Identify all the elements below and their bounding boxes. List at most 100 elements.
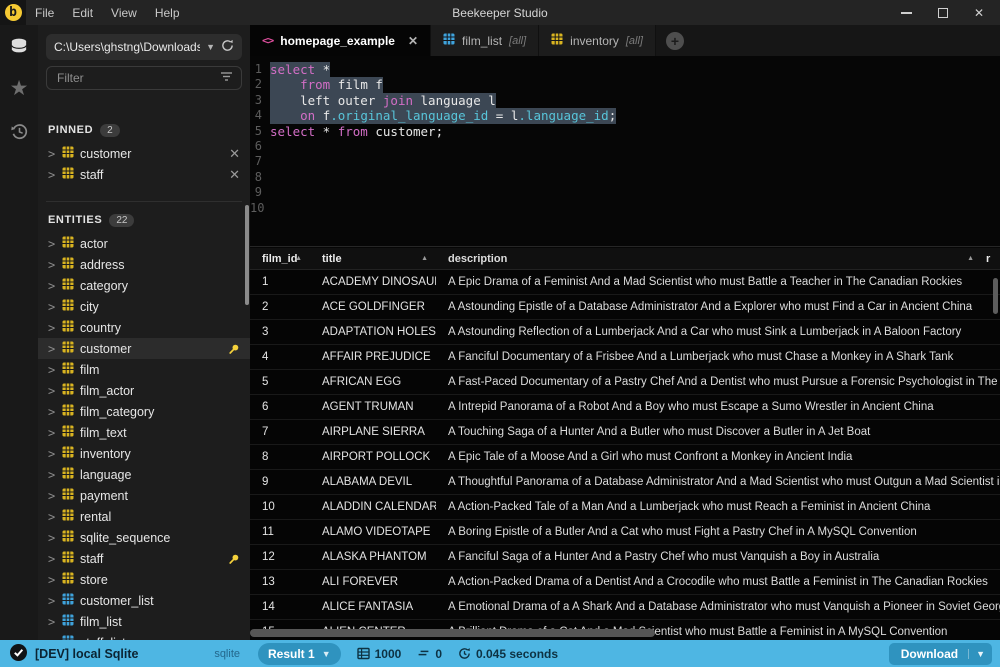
chevron-right-icon[interactable]: > (48, 237, 56, 251)
close-window-button[interactable]: ✕ (974, 6, 984, 20)
pin-icon[interactable] (228, 553, 240, 565)
saved-queries-icon[interactable]: ★ (7, 77, 31, 101)
chevron-right-icon[interactable]: > (48, 147, 56, 161)
chevron-right-icon[interactable]: > (48, 258, 56, 272)
entity-item-language[interactable]: >language (38, 464, 250, 485)
chevron-right-icon[interactable]: > (48, 168, 56, 182)
entity-item-actor[interactable]: >actor (38, 233, 250, 254)
minimize-button[interactable] (901, 12, 912, 14)
table-row[interactable]: 6AGENT TRUMANA Intrepid Panorama of a Ro… (250, 395, 1000, 420)
chevron-right-icon[interactable]: > (48, 510, 56, 524)
connection-dropdown[interactable]: C:\Users\ghstng\Downloads ▼ (46, 34, 242, 60)
table-row[interactable]: 2ACE GOLDFINGERA Astounding Epistle of a… (250, 295, 1000, 320)
chevron-right-icon[interactable]: > (48, 363, 56, 377)
table-row[interactable]: 4AFFAIR PREJUDICEA Fanciful Documentary … (250, 345, 1000, 370)
table-row[interactable]: 9ALABAMA DEVILA Thoughtful Panorama of a… (250, 470, 1000, 495)
entity-item-inventory[interactable]: >inventory (38, 443, 250, 464)
add-tab-button[interactable]: + (666, 32, 684, 50)
table-row[interactable]: 14ALICE FANTASIAA Emotional Drama of a A… (250, 595, 1000, 620)
chevron-right-icon[interactable]: > (48, 594, 56, 608)
entity-item-film[interactable]: >film (38, 359, 250, 380)
horizontal-scrollbar[interactable] (250, 629, 655, 637)
table-row[interactable]: 12ALASKA PHANTOMA Fanciful Saga of a Hun… (250, 545, 1000, 570)
entity-item-staff[interactable]: >staff (38, 548, 250, 569)
database-tables-icon[interactable] (7, 35, 31, 59)
entity-item-payment[interactable]: >payment (38, 485, 250, 506)
table-row[interactable]: 3ADAPTATION HOLESA Astounding Reflection… (250, 320, 1000, 345)
column-header-description[interactable]: description▲ (436, 248, 982, 269)
filter-input[interactable] (55, 70, 220, 86)
menu-help[interactable]: Help (146, 6, 189, 20)
table-row[interactable]: 8AIRPORT POLLOCKA Epic Tale of a Moose A… (250, 445, 1000, 470)
menu-edit[interactable]: Edit (63, 6, 102, 20)
refresh-icon[interactable] (221, 39, 234, 55)
entity-item-category[interactable]: >category (38, 275, 250, 296)
column-header-title[interactable]: title▲ (310, 248, 436, 269)
chevron-right-icon[interactable]: > (48, 384, 56, 398)
unpin-icon[interactable]: ✕ (229, 167, 240, 183)
pin-icon[interactable] (228, 343, 240, 355)
entity-item-country[interactable]: >country (38, 317, 250, 338)
chevron-right-icon[interactable]: > (48, 489, 56, 503)
code-text: select * (270, 62, 330, 77)
chevron-right-icon[interactable]: > (48, 405, 56, 419)
maximize-button[interactable] (938, 8, 948, 18)
sort-asc-icon[interactable]: ▲ (295, 255, 302, 262)
chevron-right-icon[interactable]: > (48, 300, 56, 314)
sql-editor[interactable]: 1select *2 from film f3 left outer join … (250, 56, 1000, 247)
entity-item-store[interactable]: >store (38, 569, 250, 590)
unpin-icon[interactable]: ✕ (229, 146, 240, 162)
sort-asc-icon[interactable]: ▲ (421, 255, 428, 262)
download-button[interactable]: Download ▼ (889, 643, 992, 665)
table-row[interactable]: 5AFRICAN EGGA Fast-Paced Documentary of … (250, 370, 1000, 395)
entity-item-customer_list[interactable]: >customer_list (38, 590, 250, 611)
close-tab-icon[interactable]: ✕ (408, 34, 418, 48)
sort-asc-icon[interactable]: ▲ (967, 255, 974, 262)
chevron-right-icon[interactable]: > (48, 615, 56, 629)
cell-film-id: 8 (250, 451, 310, 463)
tab-film-list[interactable]: film_list [all] (431, 25, 539, 56)
pinned-item-customer[interactable]: >customer✕ (38, 143, 250, 164)
table-row[interactable]: 11ALAMO VIDEOTAPEA Boring Epistle of a B… (250, 520, 1000, 545)
entity-item-film_text[interactable]: >film_text (38, 422, 250, 443)
entity-item-customer[interactable]: >customer (38, 338, 250, 359)
entity-item-city[interactable]: >city (38, 296, 250, 317)
entity-item-staff_list[interactable]: >staff_list (38, 632, 250, 640)
entity-item-film_category[interactable]: >film_category (38, 401, 250, 422)
download-options-caret[interactable]: ▼ (968, 649, 992, 659)
table-icon-yellow (551, 33, 563, 48)
table-row[interactable]: 1ACADEMY DINOSAURA Epic Drama of a Femin… (250, 270, 1000, 295)
entities-section-header[interactable]: ENTITIES 22 (38, 211, 250, 229)
menu-view[interactable]: View (102, 6, 146, 20)
sidebar-scrollbar[interactable] (245, 205, 249, 305)
entity-item-film_actor[interactable]: >film_actor (38, 380, 250, 401)
table-row[interactable]: 7AIRPLANE SIERRAA Touching Saga of a Hun… (250, 420, 1000, 445)
vertical-scrollbar[interactable] (993, 278, 998, 314)
column-header-partial[interactable]: r (982, 248, 1000, 269)
history-icon[interactable] (7, 119, 31, 143)
chevron-right-icon[interactable]: > (48, 573, 56, 587)
entity-item-rental[interactable]: >rental (38, 506, 250, 527)
chevron-right-icon[interactable]: > (48, 321, 56, 335)
chevron-right-icon[interactable]: > (48, 468, 56, 482)
chevron-right-icon[interactable]: > (48, 426, 56, 440)
table-row[interactable]: 10ALADDIN CALENDARA Action-Packed Tale o… (250, 495, 1000, 520)
chevron-right-icon[interactable]: > (48, 531, 56, 545)
entity-item-address[interactable]: >address (38, 254, 250, 275)
pinned-item-staff[interactable]: >staff✕ (38, 164, 250, 185)
chevron-right-icon[interactable]: > (48, 447, 56, 461)
entity-item-film_list[interactable]: >film_list (38, 611, 250, 632)
column-header-film_id[interactable]: film_id▲ (250, 248, 310, 269)
chevron-right-icon[interactable]: > (48, 342, 56, 356)
cell-title: ADAPTATION HOLES (310, 326, 436, 338)
result-selector-button[interactable]: Result 1 ▼ (258, 643, 341, 665)
connection-status[interactable]: [DEV] local Sqlite sqlite (0, 644, 250, 664)
table-row[interactable]: 13ALI FOREVERA Action-Packed Drama of a … (250, 570, 1000, 595)
tab-inventory[interactable]: inventory [all] (539, 25, 656, 56)
menu-file[interactable]: File (26, 6, 63, 20)
entity-item-sqlite_sequence[interactable]: >sqlite_sequence (38, 527, 250, 548)
chevron-right-icon[interactable]: > (48, 279, 56, 293)
pinned-section-header[interactable]: PINNED 2 (38, 121, 250, 139)
tab-homepage-example[interactable]: <> homepage_example ✕ (250, 25, 431, 56)
chevron-right-icon[interactable]: > (48, 552, 56, 566)
